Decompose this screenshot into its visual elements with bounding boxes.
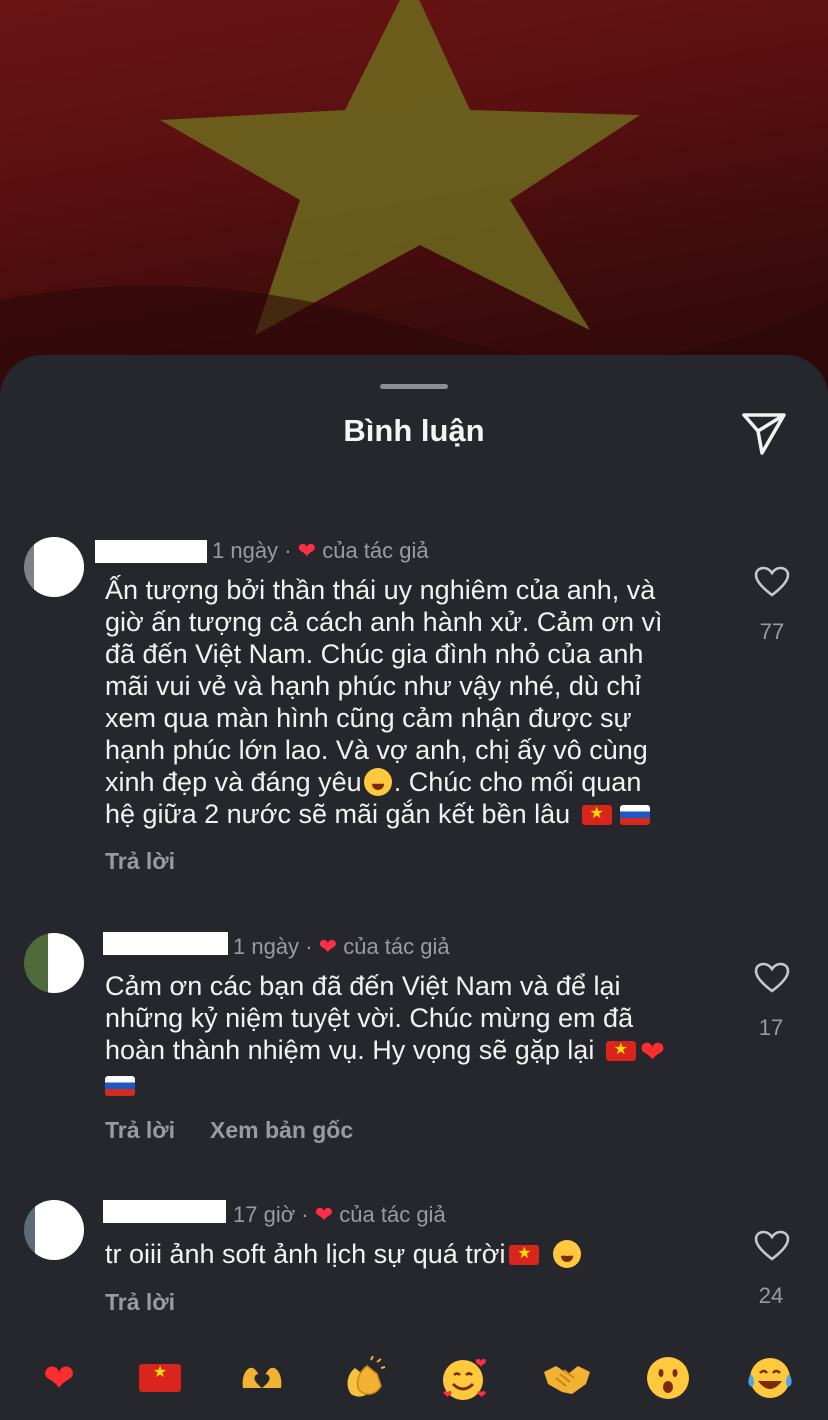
clapping-hands-reaction-icon[interactable]: [339, 1353, 389, 1403]
text-line: hạnh phúc lớn lao. Và vợ anh, chị ấy vô …: [105, 735, 648, 765]
reply-button[interactable]: Trả lời: [105, 1289, 175, 1316]
drag-handle[interactable]: [380, 384, 448, 389]
svg-text:❤: ❤: [477, 1389, 486, 1401]
text-line: Cảm ơn các bạn đã đến Việt Nam và để lại: [105, 971, 621, 1001]
liked-by-author-label: của tác giả: [339, 1202, 446, 1227]
svg-text:❤: ❤: [475, 1355, 487, 1371]
liked-by-author-label: của tác giả: [322, 538, 429, 563]
meta-separator: ·: [301, 1202, 309, 1227]
comment-time: 1 ngày: [233, 934, 300, 959]
like-heart-icon[interactable]: [754, 962, 790, 994]
heart-eyes-emoji-icon: [552, 1240, 581, 1275]
comment-text: Ấn tượng bởi thần thái uy nghiêm của anh…: [105, 574, 663, 830]
author-heart-icon: ❤: [314, 1202, 334, 1227]
vietnam-flag-icon: [509, 1243, 540, 1265]
like-heart-icon[interactable]: [754, 1230, 790, 1262]
red-heart-reaction-icon[interactable]: ❤: [34, 1353, 84, 1403]
comment-time: 1 ngày: [212, 538, 279, 563]
sheet-title: Bình luận: [343, 413, 485, 448]
comment-time: 17 giờ: [233, 1202, 296, 1227]
comment-text: Cảm ơn các bạn đã đến Việt Nam và để lại…: [105, 970, 665, 1101]
text-line: hoàn thành nhiệm vụ. Hy vọng sẽ gặp lại …: [105, 1034, 665, 1069]
meta-separator: ·: [284, 538, 292, 563]
handshake-reaction-icon[interactable]: [542, 1353, 592, 1403]
see-original-button[interactable]: Xem bản gốc: [210, 1117, 353, 1144]
comment-text: tr oiii ảnh soft ảnh lịch sự quá trời: [105, 1238, 583, 1275]
comment-meta: 17 giờ · ❤ của tác giả: [233, 1202, 446, 1228]
heart-hands-reaction-icon[interactable]: [237, 1353, 287, 1403]
russia-flag-icon: [105, 1076, 135, 1096]
russia-flag-icon: [619, 805, 650, 825]
red-heart-emoji-icon: ❤: [639, 1036, 665, 1069]
vietnam-flag-icon: [581, 803, 612, 825]
text-line: mãi vui vẻ và hạnh phúc như vậy nhé, dù …: [105, 671, 641, 701]
meta-separator: ·: [305, 934, 313, 959]
text-line: Ấn tượng bởi thần thái uy nghiêm của anh…: [105, 575, 656, 605]
like-count: 24: [758, 1283, 784, 1308]
smiling-face-with-hearts-reaction-icon[interactable]: ❤ ❤ ❤: [440, 1353, 490, 1403]
author-heart-icon: ❤: [318, 934, 338, 959]
like-count: 17: [758, 1015, 784, 1040]
vietnam-flag-icon: [605, 1039, 636, 1061]
text-line: đã đến Việt Nam. Chúc gia đình nhỏ của a…: [105, 639, 644, 669]
avatar[interactable]: [24, 537, 84, 597]
face-with-tears-of-joy-reaction-icon[interactable]: [745, 1353, 795, 1403]
comment-meta: 1 ngày · ❤ của tác giả: [233, 934, 450, 960]
liked-by-author-label: của tác giả: [343, 934, 450, 959]
comment-meta: 1 ngày · ❤ của tác giả: [212, 538, 429, 564]
face-with-open-mouth-reaction-icon[interactable]: [643, 1353, 693, 1403]
author-heart-icon: ❤: [297, 538, 317, 563]
svg-text:❤: ❤: [443, 1389, 452, 1401]
avatar[interactable]: [24, 1200, 84, 1260]
vietnam-flag-reaction-icon[interactable]: [135, 1353, 185, 1403]
avatar[interactable]: [24, 933, 84, 993]
username-redacted[interactable]: [103, 1200, 226, 1223]
quick-reaction-bar: ❤ ❤ ❤ ❤: [0, 1345, 828, 1411]
like-count: 77: [759, 619, 785, 644]
reply-button[interactable]: Trả lời: [105, 1117, 175, 1144]
reply-button[interactable]: Trả lời: [105, 848, 175, 875]
text-line: những kỷ niệm tuyệt vời. Chúc mừng em đã: [105, 1003, 634, 1033]
text-line: xinh đẹp và đáng yêu. Chúc cho mối quan: [105, 766, 663, 803]
username-redacted[interactable]: [95, 540, 207, 563]
text-line: [105, 1069, 665, 1101]
username-redacted[interactable]: [103, 932, 228, 955]
like-heart-icon[interactable]: [754, 566, 790, 598]
text-line: xem qua màn hình cũng cảm nhận được sự: [105, 703, 632, 733]
text-line: tr oiii ảnh soft ảnh lịch sự quá trời: [105, 1238, 583, 1275]
send-icon[interactable]: [738, 407, 790, 459]
text-line: giờ ấn tượng cả cách anh hành xử. Cảm ơn…: [105, 607, 663, 637]
heart-eyes-emoji-icon: [363, 768, 392, 803]
